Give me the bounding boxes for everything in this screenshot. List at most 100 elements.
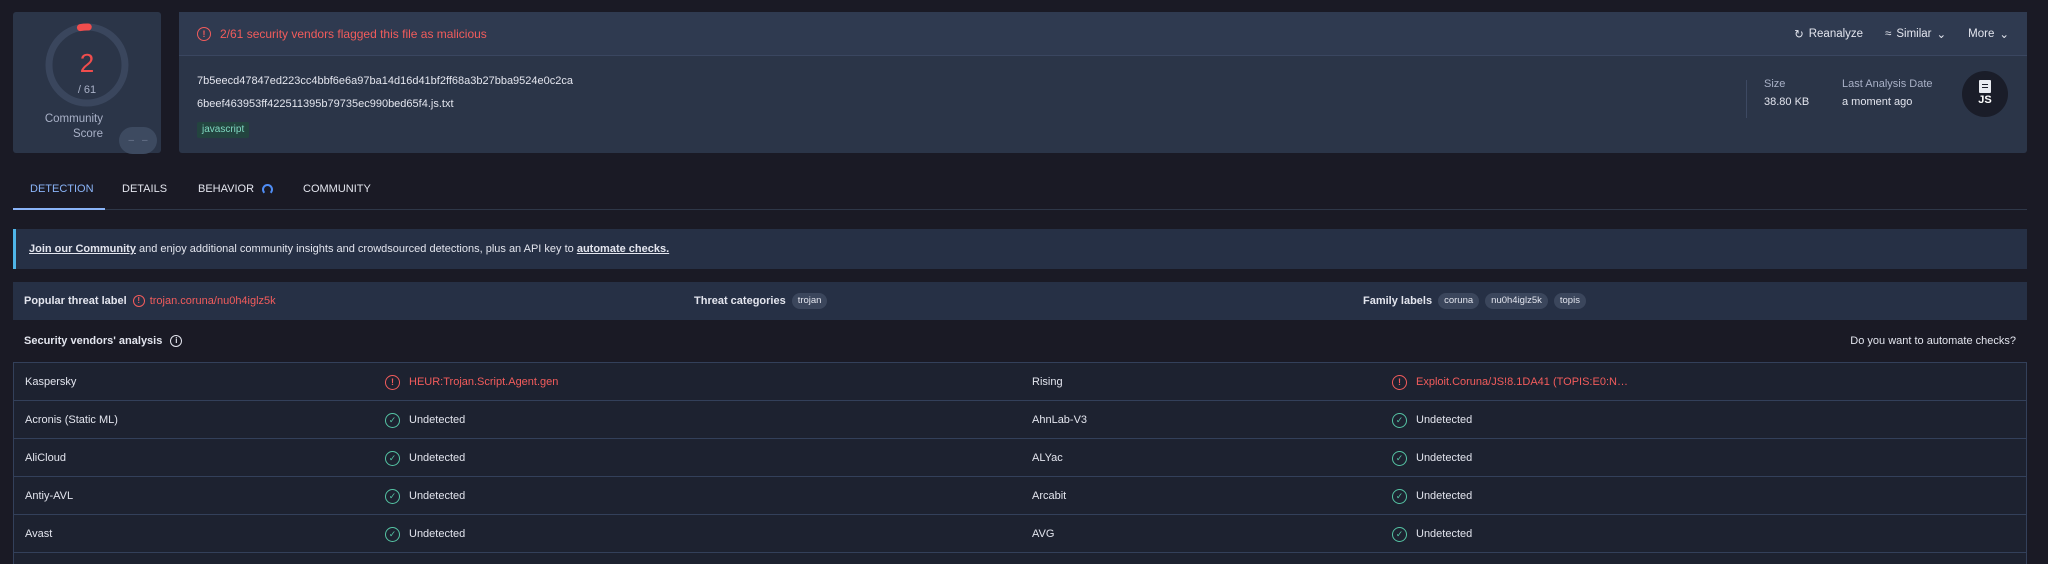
vendor-result: ! HEUR:Trojan.Script.Agent.gen [385, 363, 558, 401]
date-label: Last Analysis Date [1842, 78, 1933, 90]
family-labels-title: Family labels [1363, 295, 1433, 307]
vendor-result: ✓ Undetected [385, 477, 465, 515]
tab-detection[interactable]: DETECTION [30, 168, 94, 210]
check-circle-icon: ✓ [385, 526, 400, 542]
malicious-flag-alert: ! 2/61 security vendors flagged this fil… [197, 27, 487, 41]
popular-threat-title: Popular threat label [24, 295, 127, 307]
vendor-result-text: Undetected [409, 452, 466, 464]
header-alert-bar: ! 2/61 security vendors flagged this fil… [179, 12, 2027, 56]
vendor-result-text[interactable]: Exploit.Coruna/JS!8.1DA41 (TOPIS:E0:N… [1416, 363, 1628, 401]
size-label: Size [1764, 78, 1786, 90]
malicious-alert-icon: ! [1392, 374, 1407, 390]
vendor-result-text: Undetected [1416, 414, 1473, 426]
vendor-result: ✓ Undetected [1392, 477, 1472, 515]
family-chip[interactable]: topis [1553, 293, 1586, 309]
vendor-result-text: Undetected [1416, 452, 1473, 464]
family-chip[interactable]: coruna [1438, 293, 1480, 309]
vendor-name: Acronis (Static ML) [25, 414, 118, 426]
vendor-result-text: Undetected [1416, 528, 1473, 540]
last-analysis-date: Last Analysis Date a moment ago [1842, 78, 1933, 108]
vendors-title-text: Security vendors' analysis [24, 335, 163, 347]
vendor-result-text: Undetected [409, 490, 466, 502]
vendor-result: ✓ Undetected [385, 401, 465, 439]
vendor-result: ✓ Undetected [385, 515, 465, 553]
banner-text: and enjoy additional community insights … [135, 243, 577, 255]
tab-details[interactable]: DETAILS [122, 168, 167, 210]
community-score-label: Community Score [44, 113, 103, 140]
family-chip[interactable]: nu0h4iglz5k [1485, 293, 1548, 309]
reanalyze-label: Reanalyze [1808, 28, 1864, 40]
join-community-link[interactable]: Join our Community [29, 243, 136, 255]
main-tabs: DETECTION DETAILS BEHAVIOR COMMUNITY [13, 168, 2027, 210]
vendor-result-text: Undetected [409, 528, 466, 540]
automate-checks-prompt[interactable]: Do you want to automate checks? [1850, 335, 2016, 347]
similar-icon: ≈ [1885, 28, 1892, 40]
file-header-card: ! 2/61 security vendors flagged this fil… [179, 12, 2027, 153]
active-tab-indicator [13, 208, 105, 210]
popular-threat-label: Popular threat label ! trojan.coruna/nu0… [24, 282, 276, 320]
more-button[interactable]: More ⌄ [1968, 27, 2009, 41]
vendor-name: Rising [1032, 376, 1063, 388]
vendor-result-text[interactable]: HEUR:Trojan.Script.Agent.gen [409, 363, 558, 401]
check-circle-icon: ✓ [1392, 450, 1407, 466]
vendor-result: ✓ Undetected [1392, 515, 1472, 553]
vendor-result: ✓ Undetected [1392, 401, 1472, 439]
table-row: Avast ✓ Undetected AVG ✓ Undetected [14, 515, 2026, 553]
vote-down-icon[interactable]: – [128, 135, 134, 146]
vendor-results-table: Kaspersky! HEUR:Trojan.Script.Agent.gen Ri… [13, 362, 2027, 564]
chevron-down-icon: ⌄ [1999, 29, 2009, 41]
automate-checks-link[interactable]: automate checks. [577, 243, 669, 255]
check-circle-icon: ✓ [385, 450, 400, 466]
check-circle-icon: ✓ [385, 412, 400, 428]
popular-threat-value[interactable]: ! trojan.coruna/nu0h4iglz5k [132, 295, 276, 307]
community-vote-toggle[interactable]: – – [119, 127, 157, 154]
file-name[interactable]: 6beef463953ff422511395b79735ec990bed65f4… [197, 98, 454, 110]
community-banner: Join our Community and enjoy additional … [13, 229, 2027, 269]
file-type-badge: JS [1978, 94, 1992, 106]
vendors-analysis-title: Security vendors' analysis i [24, 335, 183, 347]
date-value: a moment ago [1842, 96, 1913, 108]
category-chip[interactable]: trojan [791, 293, 828, 309]
header-divider [1746, 80, 1747, 118]
table-row: Antiy-AVL ✓ Undetected Arcabit ✓ Undetected [14, 477, 2026, 515]
vendor-name: Avast [25, 528, 53, 540]
detection-score-ring: 2 / 61 [44, 22, 130, 108]
vote-up-icon[interactable]: – [142, 135, 148, 146]
vendors-analysis-header: Security vendors' analysis i Do you want… [13, 326, 2027, 356]
tab-behavior-label: BEHAVIOR [198, 183, 255, 195]
check-circle-icon: ✓ [1392, 526, 1407, 542]
engine-total: / 61 [77, 84, 97, 96]
document-icon [1979, 80, 1991, 93]
reanalyze-button[interactable]: ↻ Reanalyze [1794, 27, 1863, 41]
vendor-result: ! Exploit.Coruna/JS!8.1DA41 (TOPIS:E0:N… [1392, 363, 1628, 401]
threat-categories-title: Threat categories [694, 295, 786, 307]
popular-threat-text: trojan.coruna/nu0h4iglz5k [149, 295, 276, 307]
file-hash[interactable]: 7b5eecd47847ed223cc4bbf6e6a97ba14d16d41b… [197, 75, 573, 87]
similar-button[interactable]: ≈ Similar ⌄ [1885, 27, 1946, 41]
size-value: 38.80 KB [1764, 96, 1810, 108]
file-size: Size 38.80 KB [1764, 78, 1809, 108]
table-row: Kaspersky! HEUR:Trojan.Script.Agent.gen Ri… [14, 363, 2026, 401]
flag-message: 2/61 security vendors flagged this file … [220, 27, 487, 41]
community-score-card: 2 / 61 Community Score – – [13, 12, 161, 154]
check-circle-icon: ✓ [385, 488, 400, 504]
vendor-result-text: Undetected [409, 414, 466, 426]
table-row [14, 553, 2026, 564]
tab-behavior[interactable]: BEHAVIOR [198, 168, 274, 210]
similar-label: Similar [1896, 28, 1932, 40]
threat-categories: Threat categories trojan [694, 282, 828, 320]
check-circle-icon: ✓ [1392, 488, 1407, 504]
vendor-name: Kaspersky [25, 376, 77, 388]
alert-icon: ! [197, 27, 211, 41]
file-tag[interactable]: javascript [197, 122, 250, 138]
chevron-down-icon: ⌄ [1936, 29, 1947, 41]
tab-community[interactable]: COMMUNITY [303, 168, 371, 210]
file-type-icon: JS [1962, 71, 2008, 117]
refresh-icon: ↻ [1794, 29, 1804, 41]
info-icon[interactable]: i [170, 335, 183, 347]
loading-spinner-icon [262, 183, 274, 195]
vendor-name: AVG [1032, 528, 1055, 540]
vendor-name: Arcabit [1032, 490, 1067, 502]
table-row: AliCloud ✓ Undetected ALYac ✓ Undetected [14, 439, 2026, 477]
vendor-name: AhnLab-V3 [1032, 414, 1088, 426]
